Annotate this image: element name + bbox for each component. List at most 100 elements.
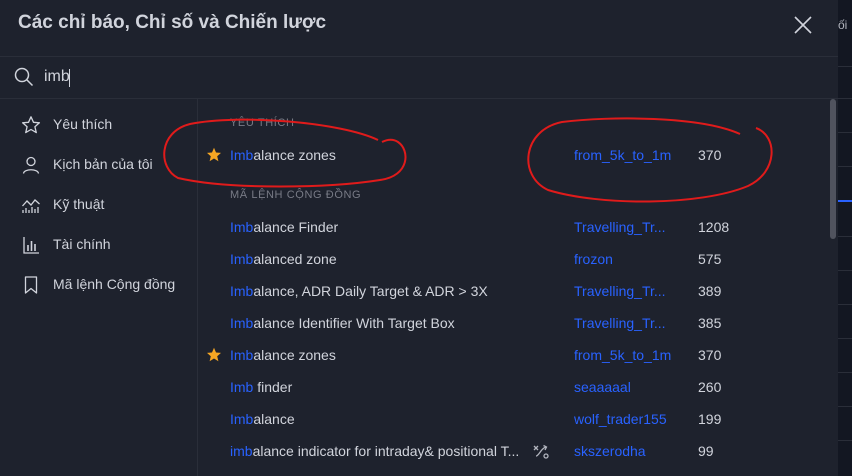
author-link[interactable]: frozon [574,251,674,267]
like-count: 385 [698,315,722,331]
script-name: Imbalance [230,411,530,427]
divider [838,304,852,305]
author-link[interactable]: Travelling_Tr... [574,219,674,235]
close-icon [794,16,812,34]
search-match: Imb [230,251,254,267]
list-item[interactable]: Imbalance, ADR Daily Target & ADR > 3X T… [198,275,828,307]
section-heading-community: MÃ LỆNH CỘNG ĐỒNG [230,189,362,201]
dialog-header: Các chỉ báo, Chỉ số và Chiến lược [0,0,838,57]
search-match: Imb [230,219,254,235]
script-name-rest: alance zones [253,347,336,363]
divider [838,236,852,237]
star-outline-icon [21,116,41,134]
star-filled-icon[interactable] [206,347,222,363]
search-match: imb [230,443,253,459]
author-link[interactable]: skszerodha [574,443,674,459]
sidebar-item-technicals[interactable]: Kỹ thuật [0,185,197,225]
author-link[interactable]: from_5k_to_1m [574,147,674,163]
script-name: Imbalance zones [230,147,530,163]
divider [838,270,852,271]
divider [838,66,852,67]
author-link[interactable]: seaaaaal [574,379,674,395]
script-name: Imbalance, ADR Daily Target & ADR > 3X [230,283,530,299]
section-heading-favorites: YÊU THÍCH [230,117,295,129]
list-item[interactable]: Imbalanced zone frozon 575 [198,243,828,275]
sidebar-item-financials[interactable]: Tài chính [0,225,197,265]
divider [838,132,852,133]
divider [838,98,852,99]
star-filled-icon[interactable] [206,147,222,163]
strategy-icon [533,444,549,459]
sidebar-item-my-scripts[interactable]: Kịch bản của tôi [0,145,197,185]
list-item[interactable]: Imbalance Finder Travelling_Tr... 1208 [198,211,828,243]
script-name: Imbalanced zone [230,251,530,267]
divider [838,338,852,339]
search-bar [0,57,838,99]
like-count: 1208 [698,219,730,235]
search-match: Imb [230,411,254,427]
list-item[interactable]: Imb finder seaaaaal 260 [198,371,828,403]
script-name: Imb finder [230,379,530,395]
author-link[interactable]: from_5k_to_1m [574,347,674,363]
like-count: 575 [698,251,722,267]
divider [838,440,852,441]
search-input[interactable] [44,63,744,91]
close-button[interactable] [790,12,816,38]
sidebar: Yêu thích Kịch bản của tôi Kỹ thuật Tài … [0,99,198,476]
script-name-rest: finder [253,379,293,395]
author-link[interactable]: Travelling_Tr... [574,315,674,331]
script-name-rest: alance Finder [253,219,339,235]
script-name-rest: alanced zone [253,251,337,267]
divider [838,166,852,167]
script-name-rest: alance [253,411,295,427]
text-caret [69,69,70,87]
list-item[interactable]: Imbalance Identifier With Target Box Tra… [198,307,828,339]
divider [838,372,852,373]
user-icon [22,156,40,174]
sidebar-item-label: Mã lệnh Cộng đồng [53,276,176,292]
like-count: 370 [698,147,722,163]
background-chart-panel: ối [838,0,852,476]
scrollbar-thumb[interactable] [830,99,836,239]
script-name: Imbalance Identifier With Target Box [230,315,530,331]
sidebar-item-label: Tài chính [53,236,111,252]
script-name-rest: alance zones [253,147,336,163]
author-link[interactable]: Travelling_Tr... [574,283,674,299]
like-count: 260 [698,379,722,395]
list-item[interactable]: Imbalance zones from_5k_to_1m 370 [198,339,828,371]
search-match: Imb [230,283,254,299]
sidebar-item-label: Yêu thích [53,116,113,132]
sidebar-item-label: Kịch bản của tôi [53,156,153,172]
scrollbar[interactable] [829,99,837,476]
sidebar-item-community[interactable]: Mã lệnh Cộng đồng [0,265,197,305]
bookmark-icon [24,276,38,294]
search-icon [14,67,34,87]
divider [838,406,852,407]
script-name: Imbalance Finder [230,219,530,235]
sidebar-item-favorites[interactable]: Yêu thích [0,105,197,145]
background-text: ối [838,18,848,32]
list-item[interactable]: Imbalance zones from_5k_to_1m 370 [198,139,828,171]
script-name-rest: alance, ADR Daily Target & ADR > 3X [253,283,488,299]
chart-line-icon [22,199,40,213]
bar-chart-icon [23,237,39,254]
accent-line [838,200,852,202]
like-count: 389 [698,283,722,299]
like-count: 99 [698,443,714,459]
results-list: YÊU THÍCH Imbalance zones from_5k_to_1m … [198,99,828,476]
sidebar-item-label: Kỹ thuật [53,196,105,212]
list-item[interactable]: Imbalance wolf_trader155 199 [198,403,828,435]
script-name-rest: alance Identifier With Target Box [253,315,455,331]
script-name-rest: alance indicator for intraday& positiona… [252,443,520,459]
search-match: Imb [230,315,254,331]
search-match: Imb [230,147,254,163]
dialog-title: Các chỉ báo, Chỉ số và Chiến lược [18,12,327,33]
indicators-dialog: Các chỉ báo, Chỉ số và Chiến lược Yêu th… [0,0,838,476]
search-match: Imb [230,379,254,395]
search-match: Imb [230,347,254,363]
script-name: Imbalance zones [230,347,530,363]
author-link[interactable]: wolf_trader155 [574,411,674,427]
like-count: 199 [698,411,722,427]
list-item[interactable]: imbalance indicator for intraday& positi… [198,435,828,467]
script-name: imbalance indicator for intraday& positi… [230,443,526,459]
